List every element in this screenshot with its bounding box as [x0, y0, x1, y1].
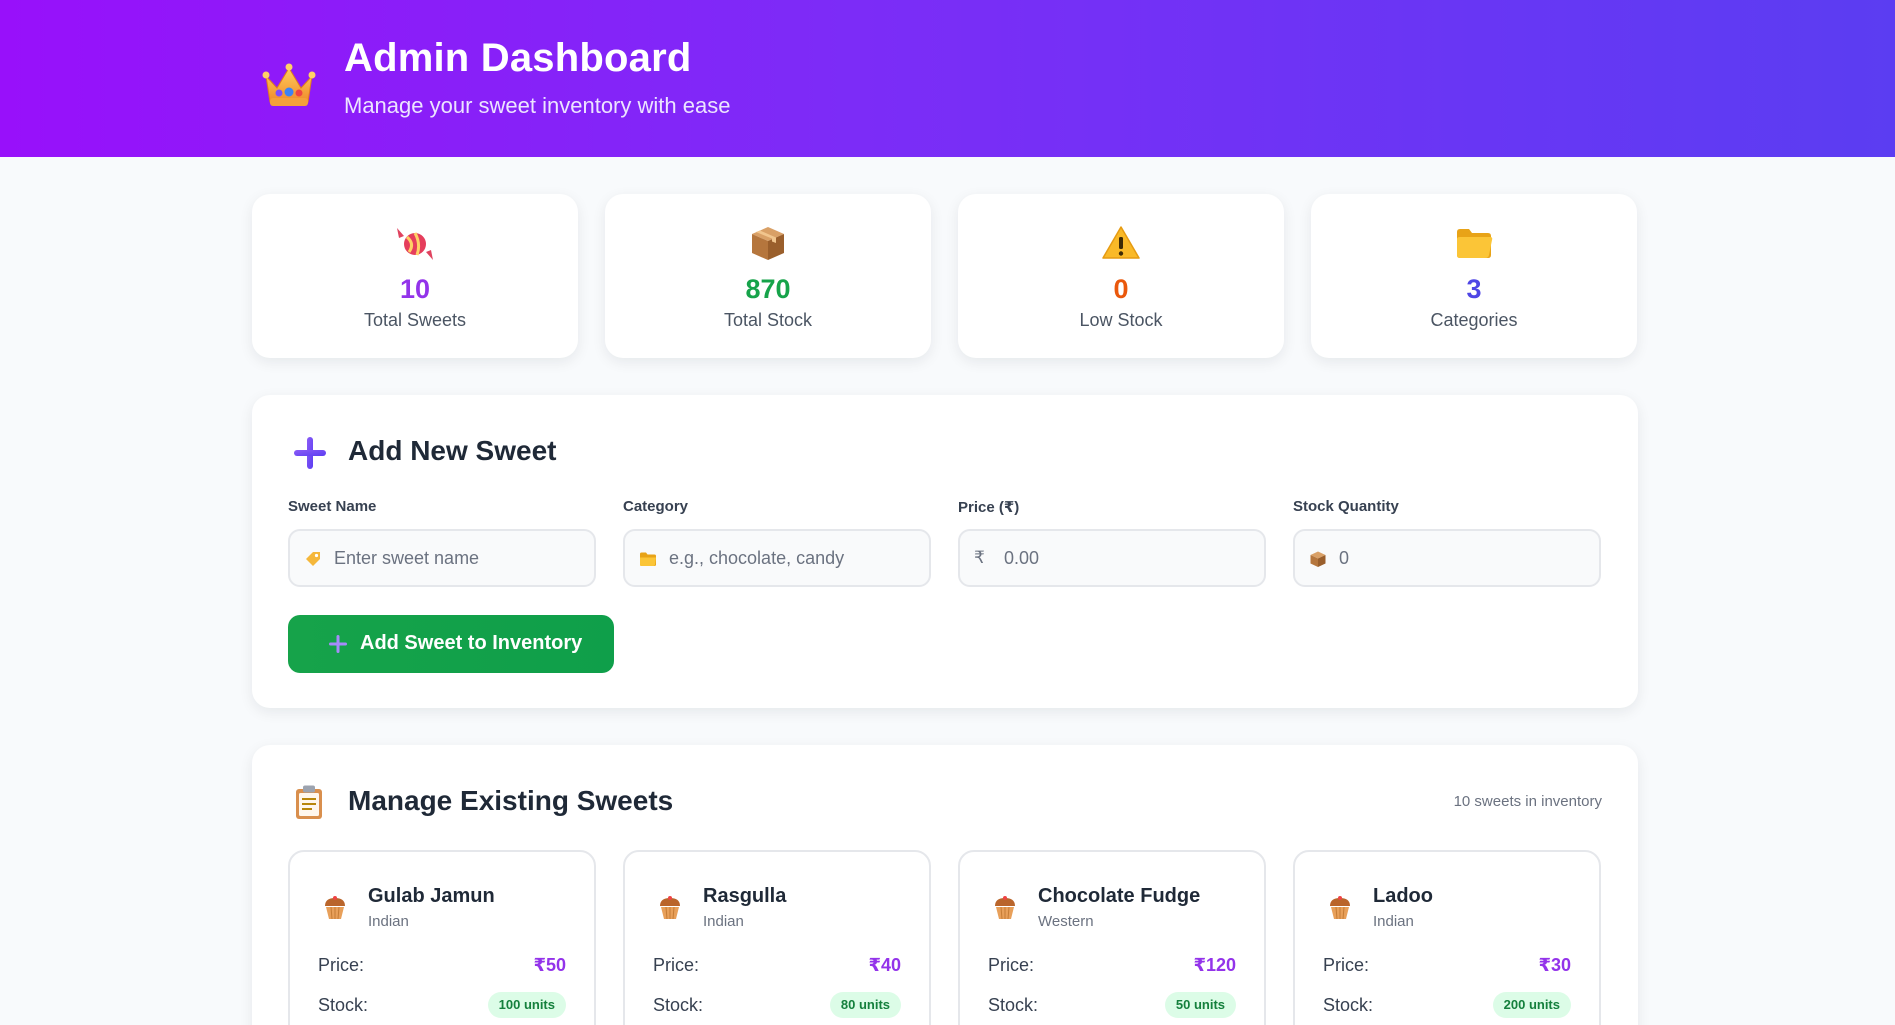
add-sweet-button[interactable]: Add Sweet to Inventory: [288, 615, 614, 673]
crown-icon: [262, 63, 316, 106]
stock-badge: 80 units: [829, 992, 901, 1018]
sweet-card[interactable]: Chocolate Fudge Western Price: ₹120 Stoc…: [958, 850, 1266, 1025]
dashboard-header: Admin Dashboard Manage your sweet invent…: [0, 0, 1895, 157]
inventory-count: 10 sweets in inventory: [1453, 793, 1602, 810]
stock-quantity-label: Stock Quantity: [1293, 498, 1399, 515]
sweet-price: ₹50: [533, 955, 566, 975]
stock-row-label: Stock:: [988, 995, 1039, 1015]
price-field: ₹: [958, 529, 1266, 587]
tag-icon: [306, 552, 320, 566]
manage-sweets-panel: Manage Existing Sweets 10 sweets in inve…: [252, 745, 1638, 1025]
sweet-category: Indian: [368, 913, 409, 930]
price-row-label: Price:: [1323, 955, 1370, 975]
stat-label: Total Stock: [723, 310, 813, 330]
stock-row-label: Stock:: [653, 995, 704, 1015]
sweet-name: Ladoo: [1373, 885, 1433, 907]
cupcake-icon: [660, 896, 680, 920]
box-icon: [752, 227, 784, 260]
page-title: Admin Dashboard: [344, 36, 692, 80]
price-row-label: Price:: [988, 955, 1035, 975]
sweet-card[interactable]: Rasgulla Indian Price: ₹40 Stock: 80 uni…: [623, 850, 931, 1025]
add-sweet-title: Add New Sweet: [348, 435, 557, 466]
sweet-name-input[interactable]: [334, 531, 584, 585]
sweet-name: Gulab Jamun: [368, 885, 495, 907]
warning-icon: [1102, 226, 1140, 259]
stat-value: 870: [745, 274, 791, 304]
stat-card-categories: 3 Categories: [1311, 194, 1637, 358]
folder-icon: [1457, 229, 1493, 258]
sweet-price: ₹40: [868, 955, 901, 975]
stock-row-label: Stock:: [318, 995, 369, 1015]
stat-label: Low Stock: [1079, 310, 1163, 330]
cupcake-icon: [1330, 896, 1350, 920]
stock-row-label: Stock:: [1323, 995, 1374, 1015]
clipboard-icon: [296, 785, 322, 819]
sweet-name: Chocolate Fudge: [1038, 885, 1201, 907]
page-subtitle: Manage your sweet inventory with ease: [344, 93, 731, 118]
cupcake-icon: [995, 896, 1015, 920]
stock-badge: 50 units: [1164, 992, 1236, 1018]
stat-label: Categories: [1430, 310, 1518, 330]
sweet-name: Rasgulla: [703, 885, 787, 907]
stat-card-low-stock: 0 Low Stock: [958, 194, 1284, 358]
sweet-price: ₹120: [1193, 955, 1236, 975]
price-input[interactable]: [1004, 531, 1254, 585]
stat-card-total-sweets: 10 Total Sweets: [252, 194, 578, 358]
stock-badge: 100 units: [487, 992, 566, 1018]
stock-quantity-field: [1293, 529, 1601, 587]
plus-icon: [294, 437, 326, 469]
sweet-category: Indian: [703, 913, 744, 930]
sweet-card[interactable]: Ladoo Indian Price: ₹30 Stock: 200 units: [1293, 850, 1601, 1025]
stat-card-total-stock: 870 Total Stock: [605, 194, 931, 358]
manage-sweets-title: Manage Existing Sweets: [348, 785, 674, 816]
stat-value: 10: [399, 274, 431, 304]
stat-value: 0: [1113, 274, 1129, 304]
stock-badge: 200 units: [1492, 992, 1571, 1018]
candy-icon: [397, 228, 433, 260]
stat-value: 3: [1466, 274, 1482, 304]
price-row-label: Price:: [653, 955, 700, 975]
stat-label: Total Sweets: [363, 310, 467, 330]
add-sweet-button-label: Add Sweet to Inventory: [360, 632, 583, 654]
add-sweet-panel: Add New Sweet Sweet Name Category Price …: [252, 395, 1638, 708]
sweet-card[interactable]: Gulab Jamun Indian Price: ₹50 Stock: 100…: [288, 850, 596, 1025]
rupee-prefix: ₹: [974, 548, 985, 567]
category-field: [623, 529, 931, 587]
price-row-label: Price:: [318, 955, 365, 975]
sweet-name-label: Sweet Name: [288, 498, 377, 515]
folder-icon: [640, 552, 656, 566]
stock-quantity-input[interactable]: [1339, 531, 1589, 585]
sweet-category: Western: [1038, 913, 1094, 930]
sweet-category: Indian: [1373, 913, 1414, 930]
sweet-name-field: [288, 529, 596, 587]
category-label: Category: [623, 498, 689, 515]
box-icon: [1310, 551, 1326, 567]
plus-icon: [329, 635, 347, 653]
sweet-price: ₹30: [1538, 955, 1571, 975]
category-input[interactable]: [669, 531, 919, 585]
price-label: Price (₹): [958, 499, 1020, 516]
cupcake-icon: [325, 896, 345, 920]
